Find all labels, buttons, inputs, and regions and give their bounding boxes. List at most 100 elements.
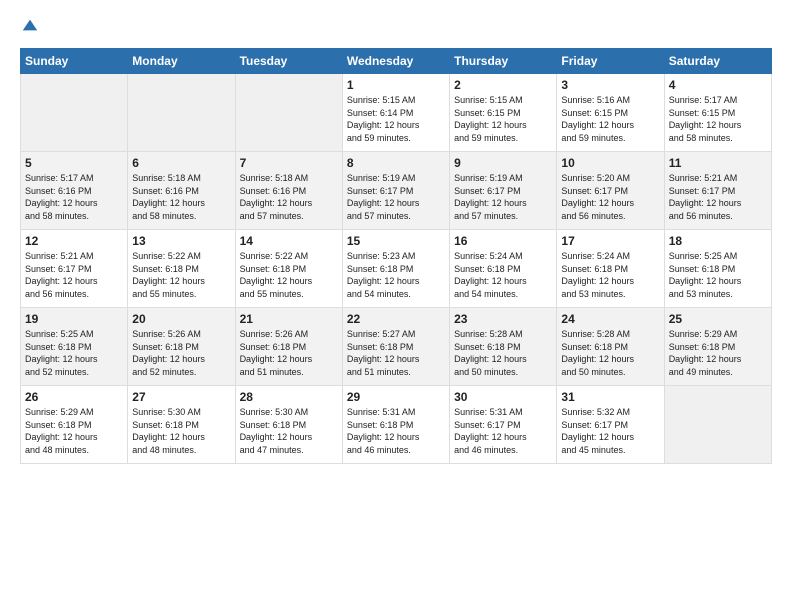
week-row-1: 1Sunrise: 5:15 AM Sunset: 6:14 PM Daylig… (21, 74, 772, 152)
weekday-header-row: SundayMondayTuesdayWednesdayThursdayFrid… (21, 49, 772, 74)
day-cell-15: 15 Sunrise: 5:23 AM Sunset: 6:18 PM Dayli… (342, 230, 449, 308)
weekday-header-thursday: Thursday (450, 49, 557, 74)
day-cell-23: 23 Sunrise: 5:28 AM Sunset: 6:18 PM Dayli… (450, 308, 557, 386)
day-number: 29 (347, 390, 445, 404)
day-number: 30 (454, 390, 552, 404)
day-info: Sunrise: 5:16 AM Sunset: 6:15 PM Dayligh… (561, 94, 659, 144)
day-cell-9: 9Sunrise: 5:19 AM Sunset: 6:17 PM Daylig… (450, 152, 557, 230)
day-number: 31 (561, 390, 659, 404)
weekday-header-monday: Monday (128, 49, 235, 74)
day-number: 2 (454, 78, 552, 92)
day-info: Sunrise: 5:15 AM Sunset: 6:15 PM Dayligh… (454, 94, 552, 144)
day-info: Sunrise: 5:29 AM Sunset: 6:18 PM Dayligh… (669, 328, 767, 378)
day-info: Sunrise: 5:23 AM Sunset: 6:18 PM Dayligh… (347, 250, 445, 300)
day-info: Sunrise: 5:27 AM Sunset: 6:18 PM Dayligh… (347, 328, 445, 378)
header (20, 16, 772, 36)
day-number: 8 (347, 156, 445, 170)
day-info: Sunrise: 5:22 AM Sunset: 6:18 PM Dayligh… (240, 250, 338, 300)
day-cell-27: 27 Sunrise: 5:30 AM Sunset: 6:18 PM Dayli… (128, 386, 235, 464)
day-number: 25 (669, 312, 767, 326)
day-cell-5: 5Sunrise: 5:17 AM Sunset: 6:16 PM Daylig… (21, 152, 128, 230)
day-info: Sunrise: 5:21 AM Sunset: 6:17 PM Dayligh… (25, 250, 123, 300)
empty-cell (128, 74, 235, 152)
week-row-5: 26 Sunrise: 5:29 AM Sunset: 6:18 PM Dayli… (21, 386, 772, 464)
day-info: Sunrise: 5:30 AM Sunset: 6:18 PM Dayligh… (240, 406, 338, 456)
logo-icon (21, 16, 39, 34)
day-info: Sunrise: 5:28 AM Sunset: 6:18 PM Dayligh… (561, 328, 659, 378)
day-info: Sunrise: 5:31 AM Sunset: 6:18 PM Dayligh… (347, 406, 445, 456)
day-number: 22 (347, 312, 445, 326)
day-cell-31: 31 Sunrise: 5:32 AM Sunset: 6:17 PM Dayli… (557, 386, 664, 464)
day-cell-26: 26 Sunrise: 5:29 AM Sunset: 6:18 PM Dayli… (21, 386, 128, 464)
day-info: Sunrise: 5:18 AM Sunset: 6:16 PM Dayligh… (132, 172, 230, 222)
day-number: 21 (240, 312, 338, 326)
day-number: 11 (669, 156, 767, 170)
day-info: Sunrise: 5:29 AM Sunset: 6:18 PM Dayligh… (25, 406, 123, 456)
day-cell-1: 1Sunrise: 5:15 AM Sunset: 6:14 PM Daylig… (342, 74, 449, 152)
day-number: 7 (240, 156, 338, 170)
day-info: Sunrise: 5:26 AM Sunset: 6:18 PM Dayligh… (240, 328, 338, 378)
day-cell-20: 20Sunrise: 5:26 AM Sunset: 6:18 PM Dayli… (128, 308, 235, 386)
day-info: Sunrise: 5:32 AM Sunset: 6:17 PM Dayligh… (561, 406, 659, 456)
day-info: Sunrise: 5:30 AM Sunset: 6:18 PM Dayligh… (132, 406, 230, 456)
day-cell-19: 19Sunrise: 5:25 AM Sunset: 6:18 PM Dayli… (21, 308, 128, 386)
day-info: Sunrise: 5:20 AM Sunset: 6:17 PM Dayligh… (561, 172, 659, 222)
weekday-header-wednesday: Wednesday (342, 49, 449, 74)
day-number: 27 (132, 390, 230, 404)
day-number: 17 (561, 234, 659, 248)
day-info: Sunrise: 5:24 AM Sunset: 6:18 PM Dayligh… (561, 250, 659, 300)
calendar-table: SundayMondayTuesdayWednesdayThursdayFrid… (20, 48, 772, 464)
weekday-header-tuesday: Tuesday (235, 49, 342, 74)
day-cell-6: 6 Sunrise: 5:18 AM Sunset: 6:16 PM Daylig… (128, 152, 235, 230)
day-number: 28 (240, 390, 338, 404)
day-number: 6 (132, 156, 230, 170)
day-cell-30: 30 Sunrise: 5:31 AM Sunset: 6:17 PM Dayli… (450, 386, 557, 464)
day-info: Sunrise: 5:15 AM Sunset: 6:14 PM Dayligh… (347, 94, 445, 144)
day-info: Sunrise: 5:19 AM Sunset: 6:17 PM Dayligh… (347, 172, 445, 222)
day-info: Sunrise: 5:24 AM Sunset: 6:18 PM Dayligh… (454, 250, 552, 300)
day-number: 3 (561, 78, 659, 92)
day-cell-18: 18 Sunrise: 5:25 AM Sunset: 6:18 PM Dayli… (664, 230, 771, 308)
day-cell-7: 7 Sunrise: 5:18 AM Sunset: 6:16 PM Daylig… (235, 152, 342, 230)
day-info: Sunrise: 5:28 AM Sunset: 6:18 PM Dayligh… (454, 328, 552, 378)
day-info: Sunrise: 5:25 AM Sunset: 6:18 PM Dayligh… (669, 250, 767, 300)
week-row-2: 5Sunrise: 5:17 AM Sunset: 6:16 PM Daylig… (21, 152, 772, 230)
day-number: 4 (669, 78, 767, 92)
day-cell-13: 13Sunrise: 5:22 AM Sunset: 6:18 PM Dayli… (128, 230, 235, 308)
day-cell-11: 11 Sunrise: 5:21 AM Sunset: 6:17 PM Dayli… (664, 152, 771, 230)
day-cell-25: 25 Sunrise: 5:29 AM Sunset: 6:18 PM Dayli… (664, 308, 771, 386)
day-info: Sunrise: 5:18 AM Sunset: 6:16 PM Dayligh… (240, 172, 338, 222)
day-number: 15 (347, 234, 445, 248)
day-cell-10: 10 Sunrise: 5:20 AM Sunset: 6:17 PM Dayli… (557, 152, 664, 230)
day-cell-22: 22 Sunrise: 5:27 AM Sunset: 6:18 PM Dayli… (342, 308, 449, 386)
day-number: 20 (132, 312, 230, 326)
day-number: 10 (561, 156, 659, 170)
day-cell-12: 12 Sunrise: 5:21 AM Sunset: 6:17 PM Dayli… (21, 230, 128, 308)
weekday-header-friday: Friday (557, 49, 664, 74)
logo (20, 16, 39, 36)
weekday-header-saturday: Saturday (664, 49, 771, 74)
day-number: 9 (454, 156, 552, 170)
day-info: Sunrise: 5:21 AM Sunset: 6:17 PM Dayligh… (669, 172, 767, 222)
day-cell-3: 3 Sunrise: 5:16 AM Sunset: 6:15 PM Daylig… (557, 74, 664, 152)
day-cell-24: 24 Sunrise: 5:28 AM Sunset: 6:18 PM Dayli… (557, 308, 664, 386)
day-cell-2: 2 Sunrise: 5:15 AM Sunset: 6:15 PM Daylig… (450, 74, 557, 152)
day-cell-28: 28 Sunrise: 5:30 AM Sunset: 6:18 PM Dayli… (235, 386, 342, 464)
day-cell-29: 29 Sunrise: 5:31 AM Sunset: 6:18 PM Dayli… (342, 386, 449, 464)
day-number: 5 (25, 156, 123, 170)
day-info: Sunrise: 5:17 AM Sunset: 6:15 PM Dayligh… (669, 94, 767, 144)
day-number: 12 (25, 234, 123, 248)
page: SundayMondayTuesdayWednesdayThursdayFrid… (0, 0, 792, 480)
empty-cell (21, 74, 128, 152)
day-info: Sunrise: 5:31 AM Sunset: 6:17 PM Dayligh… (454, 406, 552, 456)
day-info: Sunrise: 5:22 AM Sunset: 6:18 PM Dayligh… (132, 250, 230, 300)
day-number: 18 (669, 234, 767, 248)
day-number: 24 (561, 312, 659, 326)
day-number: 26 (25, 390, 123, 404)
week-row-4: 19Sunrise: 5:25 AM Sunset: 6:18 PM Dayli… (21, 308, 772, 386)
day-cell-17: 17 Sunrise: 5:24 AM Sunset: 6:18 PM Dayli… (557, 230, 664, 308)
day-number: 23 (454, 312, 552, 326)
day-number: 19 (25, 312, 123, 326)
day-cell-8: 8 Sunrise: 5:19 AM Sunset: 6:17 PM Daylig… (342, 152, 449, 230)
day-cell-16: 16Sunrise: 5:24 AM Sunset: 6:18 PM Dayli… (450, 230, 557, 308)
